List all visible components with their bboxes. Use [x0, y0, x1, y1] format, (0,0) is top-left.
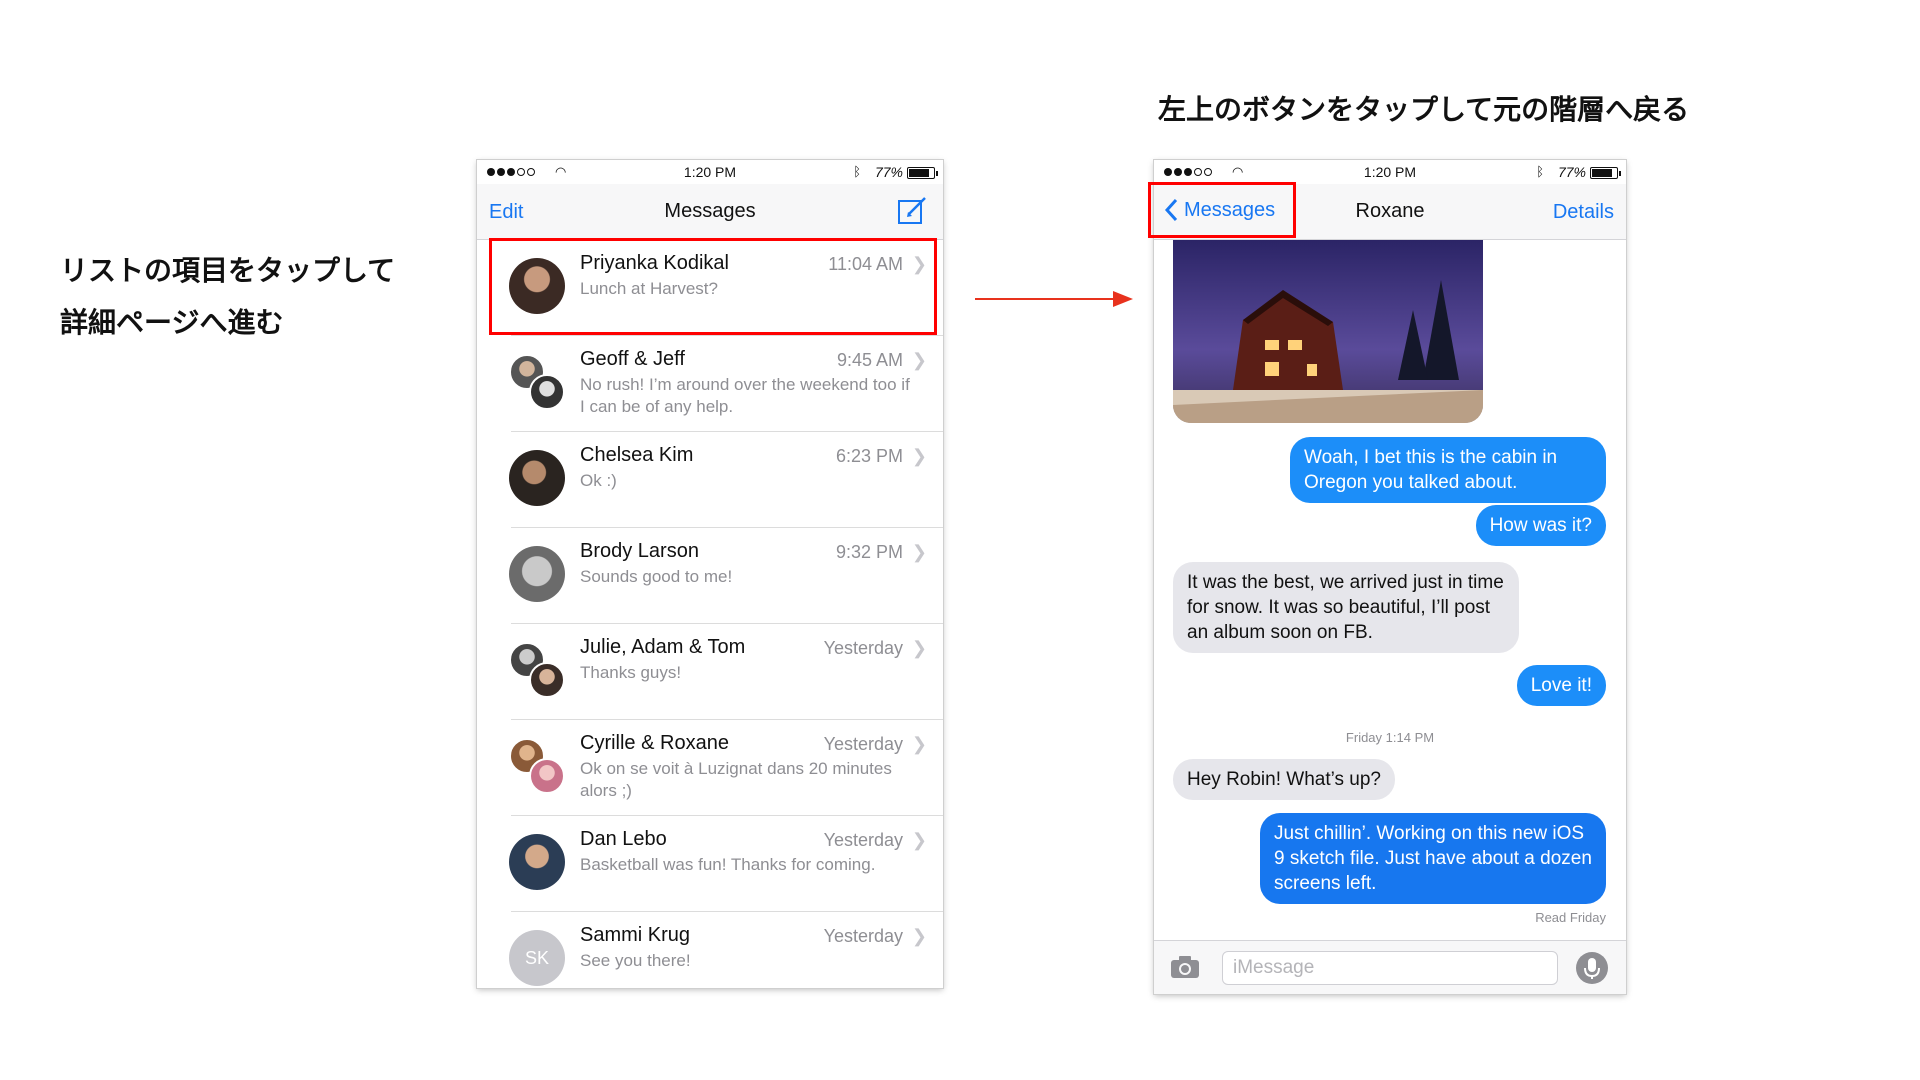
message-preview: Ok on se voit à Luzignat dans 20 minutes… — [580, 759, 892, 800]
avatar — [509, 450, 565, 506]
message-preview: Sounds good to me! — [580, 567, 733, 586]
read-receipt: Read Friday — [1535, 910, 1606, 925]
bluetooth-icon: ᛒ — [853, 164, 861, 179]
status-time: 1:20 PM — [683, 164, 737, 180]
contact-name: Geoff & Jeff — [580, 348, 685, 370]
microphone-button[interactable] — [1576, 952, 1608, 984]
message-input[interactable]: iMessage — [1222, 951, 1558, 985]
message-preview: Thanks guys! — [580, 663, 682, 682]
message-time: Yesterday — [823, 926, 903, 946]
outgoing-message: Just chillin’. Working on this new iOS 9… — [1260, 813, 1606, 904]
details-button[interactable]: Details — [1553, 201, 1614, 224]
chevron-right-icon: ❯ — [911, 926, 927, 946]
outgoing-message: Love it! — [1516, 665, 1606, 706]
message-time: 11:04 AM — [828, 254, 903, 274]
contact-name: Dan Lebo — [580, 828, 667, 850]
message-time: 9:45 AM — [836, 350, 903, 370]
left-caption-line1: リストの項目をタップして — [60, 254, 396, 287]
conversation-row[interactable]: Julie, Adam & Tom Yesterday ❯ Thanks guy… — [477, 624, 943, 720]
bluetooth-icon: ᛒ — [1536, 164, 1544, 179]
outgoing-message: How was it? — [1475, 505, 1606, 546]
incoming-message: Hey Robin! What’s up? — [1173, 759, 1395, 800]
avatar-initials: SK — [509, 930, 565, 986]
conversation-row[interactable]: Cyrille & Roxane Yesterday ❯ Ok on se vo… — [477, 720, 943, 816]
conversation-row[interactable]: Dan Lebo Yesterday ❯ Basketball was fun!… — [477, 816, 943, 912]
message-time: 9:32 PM — [835, 542, 903, 562]
conversation-list: Priyanka Kodikal 11:04 AM ❯ Lunch at Har… — [477, 240, 943, 988]
group-avatar — [509, 354, 565, 410]
incoming-message: It was the best, we arrived just in time… — [1173, 562, 1519, 653]
conversation-row[interactable]: Brody Larson 9:32 PM ❯ Sounds good to me… — [477, 528, 943, 624]
avatar — [509, 546, 565, 602]
message-thread: Woah, I bet this is the cabin in Oregon … — [1154, 240, 1626, 940]
message-preview: No rush! I’m around over the weekend too… — [580, 375, 910, 416]
conversation-row[interactable]: Chelsea Kim 6:23 PM ❯ Ok :) — [477, 432, 943, 528]
message-preview: Basketball was fun! Thanks for coming. — [580, 855, 876, 874]
chevron-right-icon: ❯ — [911, 446, 927, 466]
message-time: Yesterday — [823, 830, 903, 850]
message-preview: Ok :) — [580, 471, 617, 490]
navigation-bar: Edit Messages — [477, 184, 943, 240]
group-avatar — [509, 642, 565, 698]
compose-icon[interactable] — [897, 196, 927, 226]
status-bar: ◠ 1:20 PM ᛒ 77% — [1154, 160, 1626, 184]
outgoing-message: Woah, I bet this is the cabin in Oregon … — [1290, 437, 1606, 503]
conversation-row[interactable]: Geoff & Jeff 9:45 AM ❯ No rush! I’m arou… — [477, 336, 943, 432]
message-time: 6:23 PM — [835, 446, 903, 466]
group-avatar — [509, 738, 565, 794]
chevron-right-icon: ❯ — [911, 734, 927, 754]
cabin-photo[interactable] — [1173, 240, 1483, 423]
microphone-icon — [1584, 958, 1600, 979]
camera-icon[interactable] — [1170, 955, 1200, 979]
nav-title: Messages — [664, 200, 756, 222]
contact-name: Chelsea Kim — [580, 444, 694, 466]
message-preview: See you there! — [580, 951, 691, 970]
message-time: Yesterday — [823, 638, 903, 658]
chevron-right-icon: ❯ — [911, 830, 927, 850]
avatar: SK — [509, 930, 565, 986]
right-caption: 左上のボタンをタップして元の階層へ戻る — [1158, 93, 1690, 126]
left-caption-line2: 詳細ページへ進む — [60, 306, 284, 339]
contact-name: Sammi Krug — [580, 924, 691, 946]
conversation-row[interactable]: SK Sammi Krug Yesterday ❯ See you there! — [477, 912, 943, 988]
contact-name: Brody Larson — [580, 540, 699, 562]
messages-list-screen: ◠ 1:20 PM ᛒ 77% Edit Messages Priyanka K… — [477, 160, 943, 988]
battery-percentage: 77% — [1557, 164, 1586, 180]
chevron-right-icon: ❯ — [911, 638, 927, 658]
navigation-bar: Messages Roxane Details — [1154, 184, 1626, 240]
chevron-right-icon: ❯ — [911, 542, 927, 562]
conversation-screen: ◠ 1:20 PM ᛒ 77% Messages Roxane Details — [1154, 160, 1626, 994]
message-input-bar: iMessage — [1154, 940, 1626, 994]
status-time: 1:20 PM — [1363, 164, 1417, 180]
left-caption: リストの項目をタップして 詳細ページへ進む — [60, 245, 395, 349]
battery-icon — [907, 167, 938, 179]
chevron-right-icon: ❯ — [911, 254, 927, 274]
contact-name: Julie, Adam & Tom — [580, 636, 746, 658]
contact-name: Cyrille & Roxane — [580, 732, 729, 754]
transition-arrow-icon — [975, 291, 1133, 307]
message-timestamp: Friday 1:14 PM — [1345, 730, 1435, 745]
message-preview: Lunch at Harvest? — [580, 279, 718, 298]
avatar — [509, 258, 565, 314]
conversation-row[interactable]: Priyanka Kodikal 11:04 AM ❯ Lunch at Har… — [477, 240, 943, 336]
avatar — [509, 834, 565, 890]
message-time: Yesterday — [823, 734, 903, 754]
battery-icon — [1590, 167, 1621, 179]
contact-name: Priyanka Kodikal — [580, 252, 729, 274]
battery-percentage: 77% — [874, 164, 903, 180]
status-bar: ◠ 1:20 PM ᛒ 77% — [477, 160, 943, 184]
chevron-right-icon: ❯ — [911, 350, 927, 370]
